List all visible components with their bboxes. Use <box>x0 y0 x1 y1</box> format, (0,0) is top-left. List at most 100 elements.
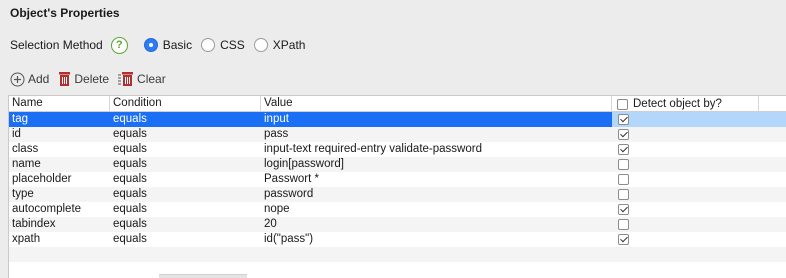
cell-value[interactable]: password <box>261 187 612 202</box>
trash-icon <box>59 72 71 86</box>
table-body: tag equals input id equals pass class equals inp… <box>9 112 786 277</box>
cell-filler <box>759 142 786 157</box>
toolbar: Add Delete Clear <box>10 70 175 88</box>
radio-css[interactable]: CSS <box>201 38 245 52</box>
column-header-condition[interactable]: Condition <box>110 96 261 112</box>
detect-checkbox[interactable] <box>618 144 629 155</box>
detect-checkbox[interactable] <box>618 219 629 230</box>
cell-condition[interactable]: equals <box>110 157 261 172</box>
column-header-detect-label: Detect object by? <box>633 97 722 110</box>
cell-filler <box>759 112 786 127</box>
table-header: Name Condition Value Detect object by? <box>9 96 786 112</box>
table-row[interactable]: xpath equals id("pass") <box>9 232 786 247</box>
cell-detect <box>612 202 759 217</box>
cell-condition[interactable]: equals <box>110 112 261 127</box>
help-icon[interactable]: ? <box>110 36 128 54</box>
cell-condition[interactable]: equals <box>110 232 261 247</box>
add-button-label: Add <box>28 72 50 86</box>
detect-checkbox[interactable] <box>618 159 629 170</box>
cell-value[interactable]: nope <box>261 202 612 217</box>
cell-detect <box>612 142 759 157</box>
radio-css-dot[interactable] <box>201 38 216 52</box>
column-header-name[interactable]: Name <box>9 96 110 112</box>
detect-checkbox[interactable] <box>618 204 629 215</box>
detect-all-checkbox[interactable] <box>617 98 628 110</box>
cell-name[interactable]: placeholder <box>9 172 110 187</box>
radio-xpath-label: XPath <box>272 38 306 52</box>
table-row[interactable]: tabindex equals 20 <box>9 217 786 232</box>
cell-name[interactable]: id <box>9 127 110 142</box>
detect-checkbox[interactable] <box>618 174 629 185</box>
add-button[interactable]: Add <box>10 72 49 87</box>
cell-detect <box>612 217 759 232</box>
cell-condition[interactable]: equals <box>110 202 261 217</box>
cell-filler <box>759 172 786 187</box>
cell-condition[interactable]: equals <box>110 142 261 157</box>
properties-table: Name Condition Value Detect object by? t… <box>8 95 786 278</box>
cell-detect <box>612 112 759 127</box>
radio-xpath-dot[interactable] <box>253 38 268 52</box>
detect-checkbox[interactable] <box>618 189 629 200</box>
cell-filler <box>759 247 786 262</box>
cell-value[interactable]: 20 <box>261 217 612 232</box>
radio-css-label: CSS <box>220 38 245 52</box>
cell-condition[interactable]: equals <box>110 187 261 202</box>
cell-value[interactable]: id("pass") <box>261 232 612 247</box>
selection-method-row: Selection Method ? Basic CSS XPath <box>10 36 314 54</box>
cell-value <box>261 247 612 262</box>
cell-value[interactable]: input <box>261 112 612 127</box>
table-row[interactable]: class equals input-text required-entry val… <box>9 142 786 157</box>
column-header-filler <box>759 96 786 112</box>
cell-name[interactable]: class <box>9 142 110 157</box>
clear-list-icon <box>118 72 134 86</box>
radio-basic[interactable]: Basic <box>143 38 193 52</box>
cell-name[interactable]: type <box>9 187 110 202</box>
cell-value[interactable]: login[password] <box>261 157 612 172</box>
cell-detect <box>612 247 759 262</box>
cell-value[interactable]: Passwort * <box>261 172 612 187</box>
cell-condition[interactable]: equals <box>110 127 261 142</box>
detect-checkbox[interactable] <box>618 234 629 245</box>
cell-filler <box>759 187 786 202</box>
cell-filler <box>759 127 786 142</box>
cell-condition[interactable]: equals <box>110 217 261 232</box>
cell-value[interactable]: input-text required-entry validate-passw… <box>261 142 612 157</box>
detect-checkbox[interactable] <box>618 114 629 125</box>
selection-method-label: Selection Method <box>10 38 103 52</box>
cell-detect <box>612 157 759 172</box>
cell-name[interactable]: tabindex <box>9 217 110 232</box>
cell-value[interactable]: pass <box>261 127 612 142</box>
table-row[interactable]: placeholder equals Passwort * <box>9 172 786 187</box>
cell-name[interactable]: autocomplete <box>9 202 110 217</box>
cell-condition <box>110 247 261 262</box>
radio-xpath[interactable]: XPath <box>253 38 306 52</box>
cell-condition[interactable]: equals <box>110 172 261 187</box>
table-row[interactable]: tag equals input <box>9 112 786 127</box>
table-row[interactable]: type equals password <box>9 187 786 202</box>
clear-button[interactable]: Clear <box>118 71 166 87</box>
empty-table-row <box>9 247 786 262</box>
cell-filler <box>759 157 786 172</box>
detect-checkbox[interactable] <box>618 129 629 140</box>
cell-name[interactable]: tag <box>9 112 110 127</box>
cell-detect <box>612 172 759 187</box>
column-header-detect[interactable]: Detect object by? <box>612 96 759 112</box>
cell-filler <box>759 262 786 277</box>
cell-detect <box>612 127 759 142</box>
column-header-value[interactable]: Value <box>261 96 612 112</box>
radio-basic-label: Basic <box>162 38 193 52</box>
delete-button[interactable]: Delete <box>58 71 109 87</box>
cell-name[interactable]: xpath <box>9 232 110 247</box>
horizontal-scrollbar[interactable] <box>159 274 247 278</box>
cell-filler <box>759 217 786 232</box>
cell-value <box>261 262 612 277</box>
cell-filler <box>759 202 786 217</box>
radio-basic-dot[interactable] <box>143 38 158 52</box>
table-row[interactable]: autocomplete equals nope <box>9 202 786 217</box>
empty-table-row <box>9 262 786 277</box>
cell-name <box>9 247 110 262</box>
table-row[interactable]: name equals login[password] <box>9 157 786 172</box>
cell-name[interactable]: name <box>9 157 110 172</box>
table-row[interactable]: id equals pass <box>9 127 786 142</box>
cell-filler <box>759 232 786 247</box>
